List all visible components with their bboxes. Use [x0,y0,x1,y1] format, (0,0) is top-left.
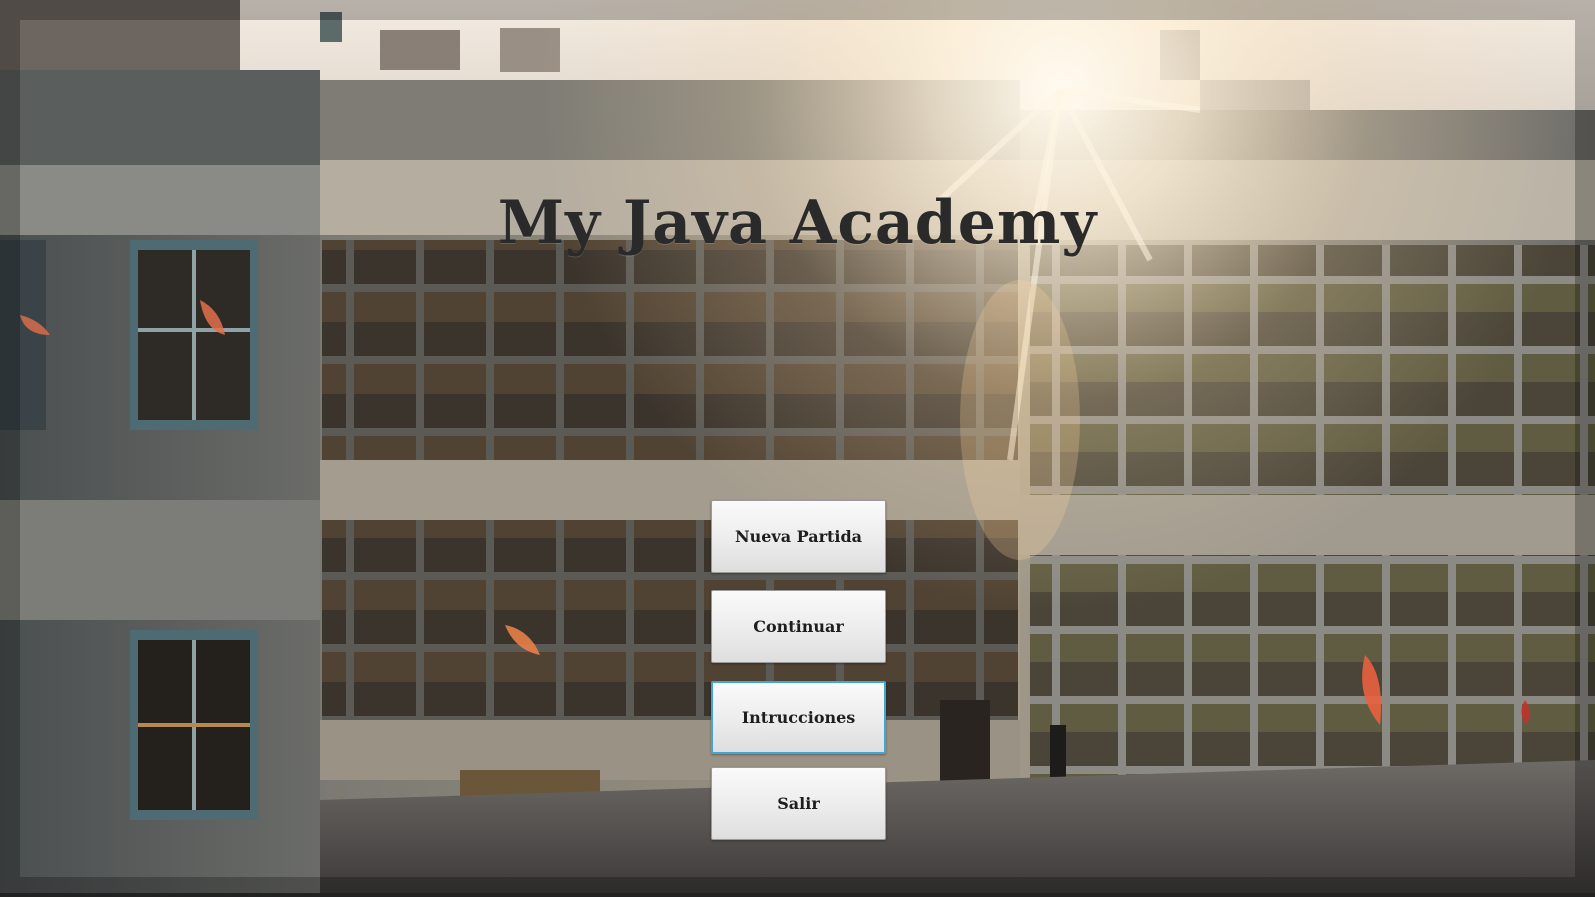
exit-button[interactable]: Salir [711,767,886,840]
continue-button[interactable]: Continuar [711,590,886,663]
school-building-background [0,0,1595,897]
game-title: My Java Academy [497,188,1098,258]
main-menu-screen: My Java Academy Nueva Partida Continuar … [0,0,1595,897]
instructions-button[interactable]: Intrucciones [711,681,886,754]
window-bottom-edge [0,893,1595,897]
new-game-button[interactable]: Nueva Partida [711,500,886,573]
